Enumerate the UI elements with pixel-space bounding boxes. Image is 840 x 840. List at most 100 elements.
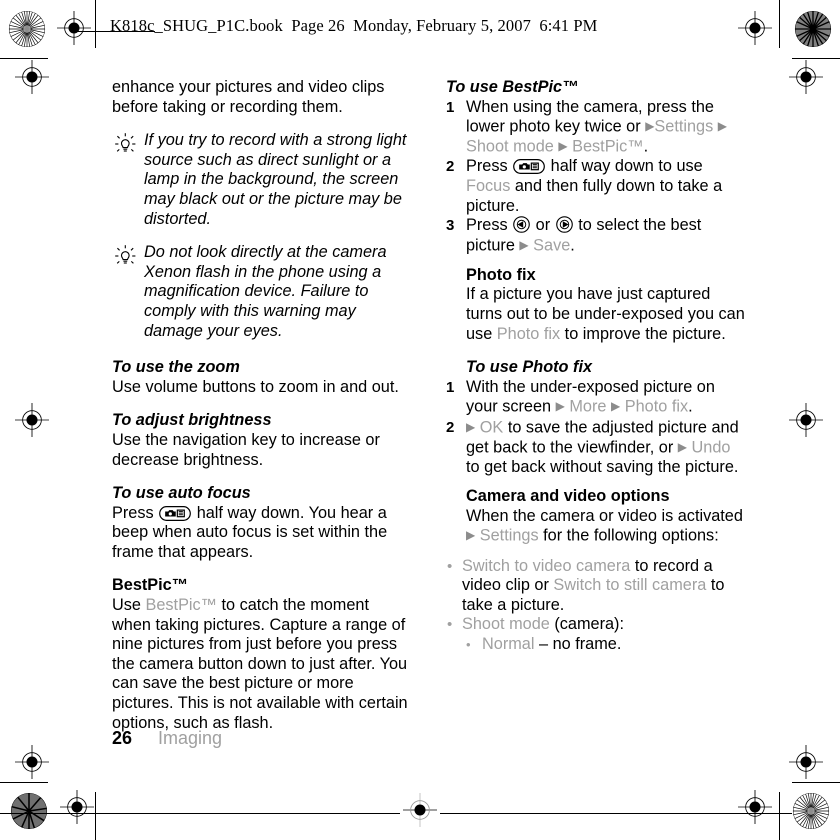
lightbulb-icon — [115, 133, 136, 152]
camera-key-icon — [513, 159, 546, 175]
trim-rule-upper-left-horizontal — [0, 58, 48, 59]
nav-key-right-icon — [555, 216, 573, 233]
step-item: 1 When using the camera, press the lower … — [446, 98, 746, 158]
options-intro-1: When the camera or video is activated — [466, 506, 743, 525]
step-item: 2 ▶ OK to save the adjusted picture and g… — [446, 418, 746, 478]
subbullet-text-seg1: – no frame. — [534, 634, 622, 653]
trim-rule-top-right-vertical — [779, 0, 780, 48]
step-item: 1 With the under-exposed picture on your … — [446, 378, 746, 418]
menu-term-bestpic: BestPic™ — [145, 596, 217, 615]
trim-rule-bottom-right-vertical — [779, 792, 780, 840]
photo-fix-part-2: to improve the picture. — [560, 324, 726, 343]
autofocus-section-body: Press half way down. You hear a beep whe… — [112, 504, 412, 563]
menu-term-undo: Undo — [691, 438, 731, 457]
menu-term-photo-fix: Photo fix — [624, 397, 689, 416]
intro-line-2: before taking or recording them. — [112, 97, 343, 116]
step-text-end: . — [688, 397, 693, 416]
left-column: enhance your pictures and video clips be… — [112, 78, 412, 733]
camera-key-icon — [159, 505, 192, 521]
step-text-seg1: Press — [466, 216, 513, 235]
tip-note-1-text: If you try to record with a strong light… — [144, 131, 407, 228]
bestpic-section-body: Use BestPic™ to catch the moment when ta… — [112, 596, 412, 733]
arrow-icon: ▶ — [466, 528, 476, 543]
heading-to-use-auto-focus: To use auto focus — [112, 484, 251, 503]
trim-rule-bottom-left-vertical — [95, 792, 96, 840]
trim-rule-bottom-center-right — [440, 813, 792, 814]
crosshair-mark-bottom-right — [738, 790, 772, 824]
step-number: 3 — [446, 217, 455, 235]
heading-to-adjust-brightness: To adjust brightness — [112, 411, 272, 430]
crosshair-mark-upper-left — [15, 60, 49, 94]
bestpic-part-2: to catch the moment when taking pictures… — [112, 596, 408, 732]
tip-note-2-text: Do not look directly at the camera Xenon… — [144, 243, 387, 340]
arrow-icon: ▶ — [717, 119, 728, 134]
step-text-end: . — [570, 236, 575, 255]
heading-to-use-bestpic: To use BestPic™ — [446, 78, 579, 96]
menu-term-settings: Settings — [479, 526, 539, 545]
menu-term-photo-fix: Photo fix — [496, 324, 561, 343]
step-number: 2 — [446, 158, 455, 176]
trim-rule-top-left-vertical — [95, 0, 96, 48]
menu-term-save: Save — [533, 236, 571, 255]
bullet-text-seg1: (camera): — [549, 615, 624, 634]
heading-bestpic: BestPic™ — [112, 576, 189, 595]
crosshair-mark-bottom-left — [60, 790, 94, 824]
intro-line-1: enhance your pictures and video clips — [112, 78, 385, 96]
trim-rule-lower-left-horizontal — [0, 782, 48, 783]
zoom-section-body: Use volume buttons to zoom in and out. — [112, 377, 399, 396]
crosshair-mark-top-right — [738, 11, 772, 45]
list-item: Shoot mode (camera): — [446, 615, 746, 635]
crosshair-mark-upper-right — [789, 60, 823, 94]
brightness-section-body: Use the navigation key to increase or de… — [112, 430, 380, 469]
step-item: 2 Press half way down to use Focus and th… — [446, 157, 746, 216]
heading-to-use-the-zoom: To use the zoom — [112, 358, 240, 377]
crosshair-mark-top-left — [57, 11, 91, 45]
starburst-mark-bottom-right — [792, 792, 830, 830]
heading-to-use-photo-fix: To use Photo fix — [466, 358, 593, 377]
arrow-icon: ▶ — [519, 237, 529, 252]
document-header-line: K818c_SHUG_P1C.book Page 26 Monday, Febr… — [110, 16, 598, 35]
autofocus-body-after-key: half way down. You hear a beep when auto… — [112, 503, 388, 561]
arrow-icon: ▶ — [466, 419, 476, 434]
nav-key-left-icon — [513, 216, 530, 233]
lightbulb-icon — [115, 245, 136, 264]
starburst-mark-top-left — [8, 10, 46, 48]
step-item: 3 Press or to select the best picture ▶ S… — [446, 216, 746, 256]
starburst-mark-top-right — [794, 10, 832, 48]
menu-term-switch-to-video-camera: Switch to video camera — [462, 556, 631, 575]
intro-paragraph: enhance your pictures and video clips be… — [112, 78, 412, 117]
page-footer: 26 Imaging — [112, 728, 222, 749]
menu-term-more: More — [569, 397, 607, 416]
trim-rule-upper-right-horizontal — [792, 58, 840, 59]
crosshair-mark-lower-right — [789, 745, 823, 779]
menu-term-shoot-mode: Shoot mode — [466, 137, 554, 156]
menu-term-normal: Normal — [482, 634, 535, 653]
step-text-seg2: to get back without saving the picture. — [466, 457, 739, 476]
trim-rule-lower-right-horizontal — [792, 782, 840, 783]
step-number: 2 — [446, 418, 455, 436]
heading-camera-and-video-options: Camera and video options — [466, 487, 670, 506]
tip-note-2: Do not look directly at the camera Xenon… — [112, 243, 412, 341]
crosshair-mark-mid-left — [15, 403, 49, 437]
arrow-icon: ▶ — [558, 139, 568, 154]
bestpic-part-1: Use — [112, 596, 146, 615]
tip-note-1: If you try to record with a strong light… — [112, 131, 412, 229]
right-column: To use BestPic™ 1 When using the camera, … — [446, 78, 746, 655]
step-text-seg2: half way down to use — [546, 157, 703, 176]
step-text-end: . — [643, 137, 649, 156]
menu-term-bestpic: BestPic™ — [572, 137, 644, 156]
step-number: 1 — [446, 378, 455, 396]
crosshair-mark-lower-left — [15, 745, 49, 779]
crosshair-mark-bottom-center — [403, 793, 437, 827]
step-number: 1 — [446, 98, 455, 116]
